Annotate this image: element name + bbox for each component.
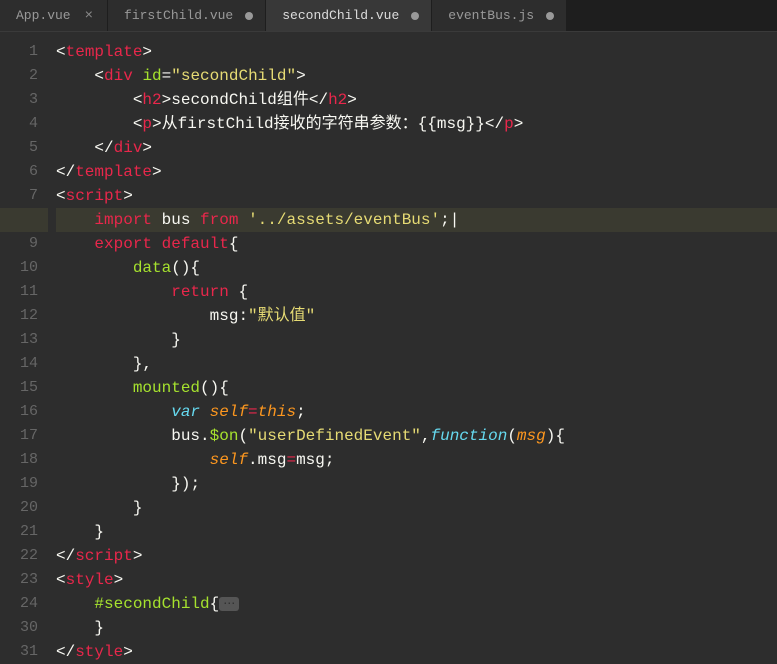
code-line: var self=this; <box>56 400 777 424</box>
code-line: <script> <box>56 184 777 208</box>
code-line: </script> <box>56 544 777 568</box>
modified-icon <box>546 12 554 20</box>
code-line: <p>从firstChild接收的字符串参数：{{msg}}</p> <box>56 112 777 136</box>
code-line: export default{ <box>56 232 777 256</box>
code-line: </template> <box>56 160 777 184</box>
modified-icon <box>245 12 253 20</box>
code-line: } <box>56 496 777 520</box>
code-line: return { <box>56 280 777 304</box>
editor-area: 1 2 3 4 5 6 7 8 9 10 11 12 13 14 15 16 1… <box>0 32 777 662</box>
code-line: msg:"默认值" <box>56 304 777 328</box>
tab-label: firstChild.vue <box>124 8 233 23</box>
code-line: <div id="secondChild"> <box>56 64 777 88</box>
tab-label: secondChild.vue <box>282 8 399 23</box>
modified-icon <box>411 12 419 20</box>
code-line: } <box>56 520 777 544</box>
tab-app[interactable]: App.vue × <box>0 0 108 31</box>
cursor-icon: | <box>450 211 460 229</box>
code-line: }, <box>56 352 777 376</box>
tab-secondchild[interactable]: secondChild.vue <box>266 0 432 31</box>
code-line: mounted(){ <box>56 376 777 400</box>
fold-icon[interactable]: ⋯ <box>219 597 239 611</box>
tab-label: eventBus.js <box>448 8 534 23</box>
editor-tabs: App.vue × firstChild.vue secondChild.vue… <box>0 0 777 32</box>
line-gutter: 1 2 3 4 5 6 7 8 9 10 11 12 13 14 15 16 1… <box>0 32 48 662</box>
code-line: </div> <box>56 136 777 160</box>
code-line: <h2>secondChild组件</h2> <box>56 88 777 112</box>
code-content[interactable]: <template> <div id="secondChild"> <h2>se… <box>48 32 777 662</box>
code-line: <template> <box>56 40 777 64</box>
code-line: #secondChild{⋯ <box>56 592 777 616</box>
code-line: } <box>56 328 777 352</box>
code-line: bus.$on("userDefinedEvent",function(msg)… <box>56 424 777 448</box>
tab-label: App.vue <box>16 8 71 23</box>
code-line: self.msg=msg; <box>56 448 777 472</box>
code-line: </style> <box>56 640 777 664</box>
code-line: }); <box>56 472 777 496</box>
code-line: <style> <box>56 568 777 592</box>
code-line: data(){ <box>56 256 777 280</box>
code-line: } <box>56 616 777 640</box>
tab-firstchild[interactable]: firstChild.vue <box>108 0 266 31</box>
close-icon[interactable]: × <box>83 8 95 24</box>
code-line-current: import bus from '../assets/eventBus';| <box>56 208 777 232</box>
tab-eventbus[interactable]: eventBus.js <box>432 0 567 31</box>
